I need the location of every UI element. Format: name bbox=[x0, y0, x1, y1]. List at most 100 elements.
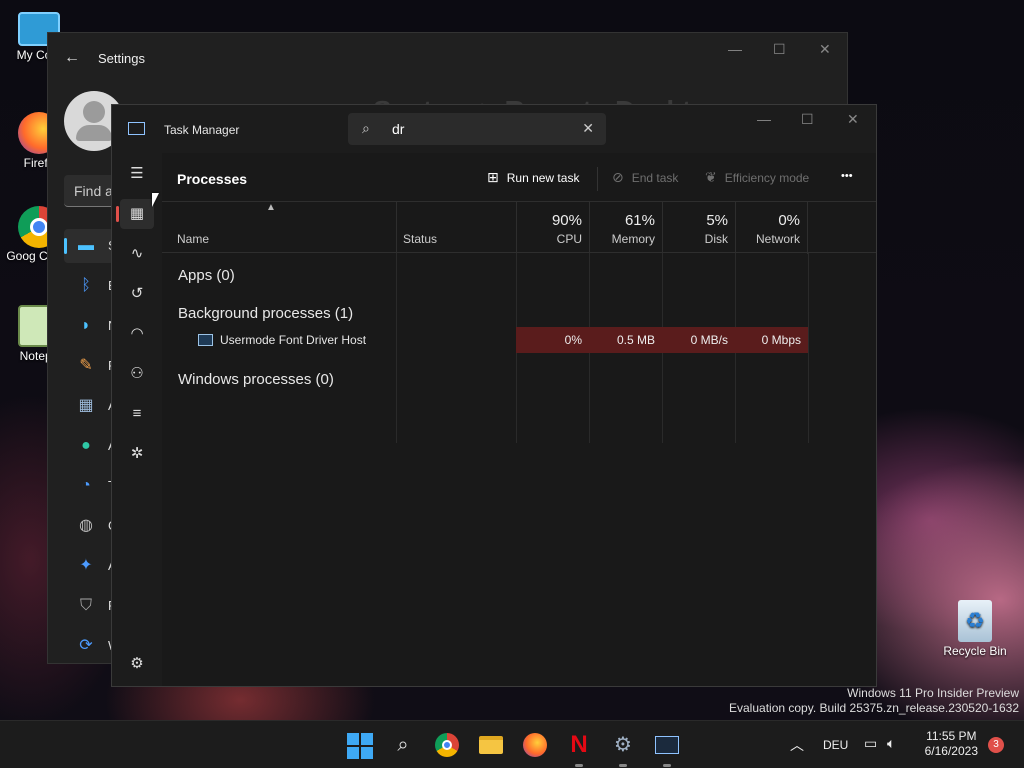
disk-percent: 5% bbox=[706, 212, 728, 229]
clear-search-icon[interactable]: ✕ bbox=[582, 120, 594, 137]
startup-apps-nav-icon[interactable]: ◠ bbox=[120, 319, 154, 349]
apps-icon: ▦ bbox=[78, 397, 94, 414]
settings-nav-accessibility[interactable]: ✦ A bbox=[64, 549, 116, 583]
settings-nav-gaming[interactable]: ◍ G bbox=[64, 509, 118, 543]
table-row[interactable]: Usermode Font Driver Host 0% 0.5 MB 0 MB… bbox=[162, 327, 808, 353]
windows-logo-icon bbox=[347, 733, 373, 759]
close-icon[interactable]: ✕ bbox=[847, 111, 859, 128]
column-header-status[interactable]: Status bbox=[396, 202, 516, 254]
end-task-icon: ⊘ bbox=[612, 169, 624, 185]
settings-nav-windows-update[interactable]: ⟳ W bbox=[64, 629, 120, 663]
taskbar-chrome[interactable] bbox=[433, 731, 461, 759]
column-header-status-label: Status bbox=[403, 232, 438, 246]
settings-nav-accounts[interactable]: ● A bbox=[64, 429, 117, 463]
accessibility-icon: ✦ bbox=[79, 557, 93, 574]
settings-nav-bluetooth[interactable]: ᛒ B bbox=[64, 269, 116, 303]
navigation-rail: ☰ ▦ ∿ ↺ ◠ ⚇ ≡ ✲ ⚙ bbox=[112, 153, 162, 686]
users-nav-icon[interactable]: ⚇ bbox=[120, 359, 154, 389]
process-memory: 0.5 MB bbox=[589, 327, 662, 353]
taskbar: ⌕ N ⚙ ︿ DEU ▭ 🔈︎ 11:55 PM 6/16/2023 3 bbox=[0, 720, 1024, 768]
column-header-memory[interactable]: 61% Memory bbox=[589, 202, 662, 254]
services-nav-icon[interactable]: ✲ bbox=[120, 439, 154, 469]
maximize-icon[interactable]: ☐ bbox=[801, 111, 814, 128]
recycle-bin-icon: ♻ bbox=[958, 600, 992, 642]
taskbar-file-explorer[interactable] bbox=[477, 731, 505, 759]
taskbar-netflix[interactable]: N bbox=[565, 731, 593, 767]
taskbar-task-manager[interactable] bbox=[653, 731, 681, 767]
app-window-icon bbox=[198, 334, 213, 346]
firefox-icon bbox=[523, 733, 547, 757]
mouse-cursor-icon bbox=[152, 193, 159, 207]
network-label: Network bbox=[755, 232, 800, 246]
watermark-line-2: Evaluation copy. Build 25375.zn_release.… bbox=[729, 701, 1019, 715]
running-indicator bbox=[663, 764, 671, 767]
desktop-icon-recycle-bin[interactable]: ♻ Recycle Bin bbox=[940, 600, 1010, 658]
network-percent: 0% bbox=[778, 212, 800, 229]
taskbar-search-button[interactable]: ⌕ bbox=[389, 731, 417, 759]
running-indicator bbox=[619, 764, 627, 767]
privacy-icon: ⛉ bbox=[79, 597, 92, 614]
desktop-icon-label: Recycle Bin bbox=[943, 644, 1007, 658]
process-disk: 0 MB/s bbox=[662, 327, 735, 353]
search-box[interactable]: ⌕ ✕ bbox=[348, 113, 606, 145]
taskbar-firefox[interactable] bbox=[521, 731, 549, 759]
efficiency-mode-button[interactable]: ❦ Efficiency mode bbox=[705, 169, 809, 186]
task-manager-logo-icon bbox=[128, 122, 145, 135]
volume-icon[interactable]: 🔈︎ bbox=[887, 735, 895, 752]
process-cpu: 0% bbox=[516, 327, 589, 353]
minimize-icon[interactable]: — bbox=[757, 111, 771, 127]
chrome-icon bbox=[435, 733, 459, 757]
network-status-icon[interactable]: ▭ bbox=[864, 735, 877, 752]
page-title: Processes bbox=[177, 171, 248, 187]
end-task-button[interactable]: ⊘ End task bbox=[612, 169, 678, 186]
settings-nav-network[interactable]: ◗ N bbox=[64, 309, 117, 343]
run-task-icon: ⊞ bbox=[487, 169, 499, 185]
start-button[interactable] bbox=[345, 731, 373, 759]
more-options-button[interactable]: ••• bbox=[841, 170, 853, 182]
maximize-icon[interactable]: ☐ bbox=[773, 41, 786, 58]
sort-ascending-icon[interactable]: ▲ bbox=[266, 202, 276, 213]
run-new-task-button[interactable]: ⊞ Run new task bbox=[487, 169, 579, 186]
details-nav-icon[interactable]: ≡ bbox=[120, 399, 154, 429]
task-manager-window: Task Manager ⌕ ✕ — ☐ ✕ ☰ ▦ ∿ ↺ ◠ ⚇ ≡ ✲ ⚙… bbox=[111, 104, 877, 687]
settings-gear-icon[interactable]: ⚙ bbox=[120, 649, 154, 679]
processes-nav-icon[interactable]: ▦ bbox=[116, 199, 154, 229]
settings-nav-privacy[interactable]: ⛉ P bbox=[64, 589, 117, 623]
system-clock[interactable]: 11:55 PM 6/16/2023 bbox=[925, 729, 978, 759]
folder-icon bbox=[479, 736, 503, 754]
group-windows-processes[interactable]: Windows processes (0) bbox=[178, 371, 334, 388]
column-header-network[interactable]: 0% Network bbox=[735, 202, 808, 254]
performance-nav-icon[interactable]: ∿ bbox=[120, 239, 154, 269]
input-language[interactable]: DEU bbox=[823, 738, 848, 752]
minimize-icon[interactable]: — bbox=[728, 41, 742, 57]
task-manager-title: Task Manager bbox=[164, 123, 240, 137]
netflix-icon: N bbox=[570, 731, 588, 758]
back-arrow-icon[interactable]: ← bbox=[64, 49, 80, 67]
process-network: 0 Mbps bbox=[735, 327, 808, 353]
column-header-name[interactable]: Name bbox=[177, 232, 209, 246]
time-language-icon: ◔ bbox=[81, 477, 91, 494]
disk-label: Disk bbox=[704, 232, 728, 246]
hamburger-menu-icon[interactable]: ☰ bbox=[120, 159, 154, 189]
column-header-disk[interactable]: 5% Disk bbox=[662, 202, 735, 254]
process-name: Usermode Font Driver Host bbox=[220, 333, 367, 347]
efficiency-leaf-icon: ❦ bbox=[705, 169, 717, 185]
show-hidden-icons-chevron-icon[interactable]: ︿ bbox=[790, 735, 804, 755]
settings-title: Settings bbox=[98, 51, 145, 66]
bluetooth-icon: ᛒ bbox=[81, 277, 91, 294]
settings-nav-time-language[interactable]: ◔ T bbox=[64, 469, 116, 503]
settings-nav-system[interactable]: ▬ S bbox=[64, 229, 117, 263]
group-background-processes[interactable]: Background processes (1) bbox=[178, 305, 353, 322]
column-header-row: ▲ Name Status 90% CPU 61% Memory 5% Disk… bbox=[162, 201, 876, 254]
search-icon: ⌕ bbox=[362, 120, 370, 136]
app-history-nav-icon[interactable]: ↺ bbox=[120, 279, 154, 309]
taskbar-settings[interactable]: ⚙ bbox=[609, 731, 637, 767]
clock-time: 11:55 PM bbox=[926, 729, 977, 743]
search-input[interactable] bbox=[392, 119, 572, 139]
notification-badge[interactable]: 3 bbox=[988, 737, 1004, 753]
group-apps[interactable]: Apps (0) bbox=[178, 267, 235, 284]
close-icon[interactable]: ✕ bbox=[819, 41, 831, 58]
settings-nav-personalization[interactable]: ✎ P bbox=[64, 349, 116, 383]
settings-nav-apps[interactable]: ▦ A bbox=[64, 389, 116, 423]
column-header-cpu[interactable]: 90% CPU bbox=[516, 202, 589, 254]
